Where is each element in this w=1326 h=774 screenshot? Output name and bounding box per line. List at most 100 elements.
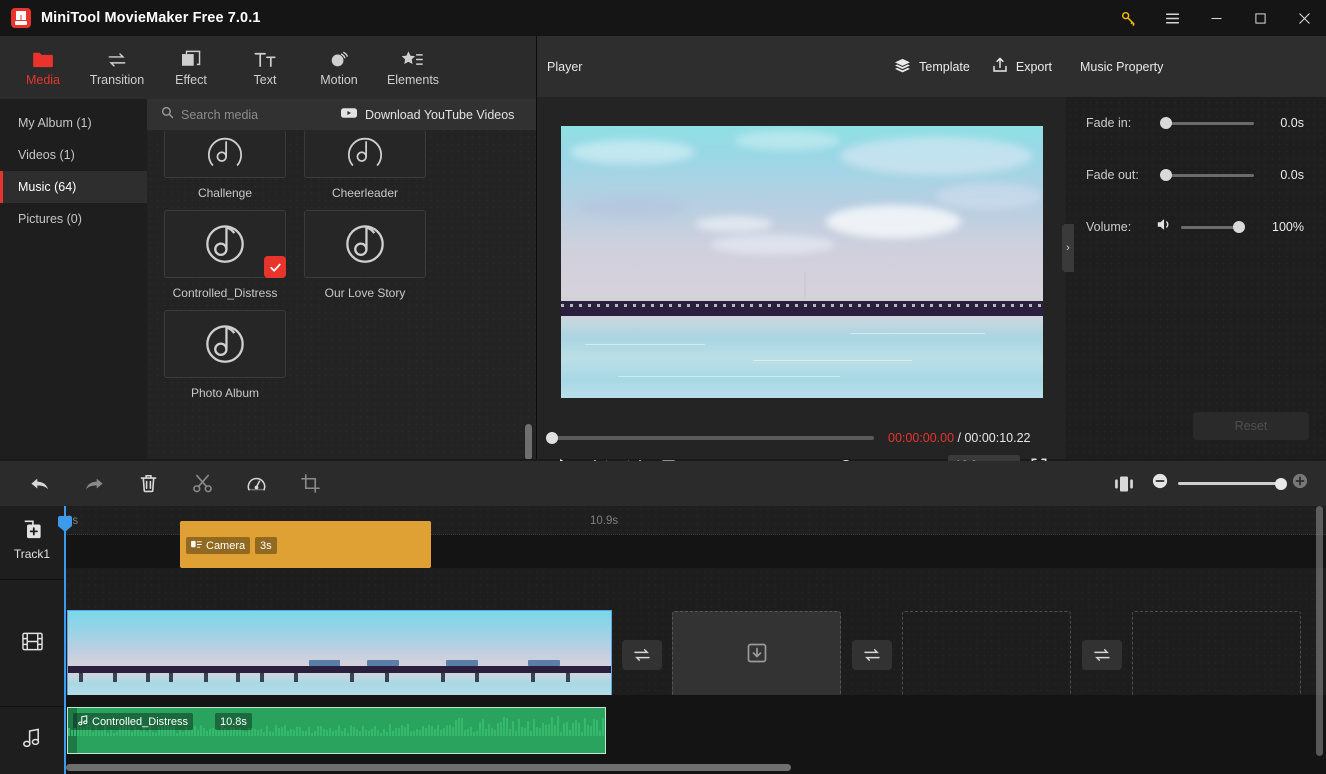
track-header-video[interactable]: [0, 579, 64, 706]
media-item[interactable]: Cheerleader: [304, 130, 426, 200]
app-window: MiniTool MovieMaker Free 7.0.1 Media Tra…: [0, 0, 1326, 774]
player-stage: [537, 97, 1066, 427]
seek-handle[interactable]: [546, 432, 558, 444]
volume-slider[interactable]: [1181, 221, 1245, 233]
track-header-audio[interactable]: [0, 706, 64, 774]
text-track[interactable]: Camera 3s: [64, 521, 1326, 568]
import-icon: [746, 642, 768, 669]
zoom-handle[interactable]: [1275, 477, 1287, 490]
fade-out-handle[interactable]: [1160, 169, 1172, 181]
video-thumbnail: [520, 611, 611, 699]
category-item-my-album[interactable]: My Album (1): [0, 107, 147, 139]
media-item[interactable]: Controlled_Distress: [164, 210, 286, 300]
volume-value: 100%: [1272, 220, 1304, 234]
split-view-icon[interactable]: [1106, 467, 1142, 501]
transition-slot-button[interactable]: [1082, 640, 1122, 670]
media-thumbnail[interactable]: [304, 210, 426, 278]
audio-clip-duration: 10.8s: [215, 713, 252, 730]
media-placeholder-slot[interactable]: [1132, 611, 1301, 699]
timeline-horizontal-scrollbar[interactable]: [66, 764, 791, 771]
category-item-music[interactable]: Music (64): [0, 171, 147, 203]
zoom-slider[interactable]: [1178, 477, 1287, 490]
search-input[interactable]: Search media: [161, 106, 331, 124]
seek-slider[interactable]: [546, 432, 874, 444]
crop-button[interactable]: [292, 467, 328, 501]
media-scrollbar[interactable]: [525, 424, 532, 459]
fade-in-slider[interactable]: [1160, 117, 1254, 129]
media-thumbnail[interactable]: [164, 210, 286, 278]
window-controls: [1106, 0, 1326, 36]
transition-slot-button[interactable]: [622, 640, 662, 670]
undo-button[interactable]: [22, 467, 58, 501]
timeline-zoom-controls: [1106, 467, 1308, 501]
media-item[interactable]: Photo Album: [164, 310, 286, 400]
media-item[interactable]: Challenge: [164, 130, 286, 200]
reset-button[interactable]: Reset: [1193, 412, 1309, 440]
delete-button[interactable]: [130, 467, 166, 501]
music-note-icon: [198, 215, 252, 274]
video-clip[interactable]: [67, 610, 612, 700]
template-button[interactable]: Template: [894, 58, 970, 76]
category-item-pictures[interactable]: Pictures (0): [0, 203, 147, 235]
ribbon-tab-elements[interactable]: Elements: [376, 39, 450, 97]
audio-clip[interactable]: Controlled_Distress 10.8s: [67, 707, 606, 754]
volume-icon[interactable]: [1156, 217, 1173, 237]
collapse-panel-toggle[interactable]: ›: [1062, 224, 1074, 272]
video-track[interactable]: [64, 568, 1326, 700]
track-header-text[interactable]: Track1: [0, 512, 64, 568]
template-label: Template: [919, 59, 970, 74]
redo-button[interactable]: [76, 467, 112, 501]
youtube-icon: [341, 107, 357, 122]
fade-out-value: 0.0s: [1280, 168, 1304, 182]
folder-icon: [32, 48, 54, 68]
minimize-button[interactable]: [1194, 0, 1238, 36]
music-note-icon: [338, 215, 392, 274]
music-note-icon: [339, 130, 391, 177]
ribbon-tab-text[interactable]: Text: [228, 39, 302, 97]
category-label: Music (64): [18, 180, 77, 194]
fade-out-slider[interactable]: [1160, 169, 1254, 181]
preview-bridge: [560, 301, 1043, 317]
export-icon: [992, 57, 1008, 76]
download-youtube-button[interactable]: Download YouTube Videos: [341, 107, 514, 122]
media-placeholder-slot[interactable]: [902, 611, 1071, 699]
ribbon-tab-effect[interactable]: Effect: [154, 39, 228, 97]
category-label: My Album (1): [18, 116, 92, 130]
license-key-icon[interactable]: [1106, 0, 1150, 36]
media-item[interactable]: Our Love Story: [304, 210, 426, 300]
audio-track[interactable]: Controlled_Distress 10.8s: [64, 695, 1326, 774]
ribbon-tab-transition[interactable]: Transition: [80, 39, 154, 97]
transition-slot-button[interactable]: [852, 640, 892, 670]
ribbon-tab-motion[interactable]: Motion: [302, 39, 376, 97]
timeline-tracks: Camera 3s Controlled_Distress 10.8s: [64, 521, 1326, 774]
music-note-icon: [22, 728, 42, 752]
property-header: Music Property: [1066, 36, 1326, 97]
fade-in-row: Fade in: 0.0s: [1066, 97, 1326, 149]
export-button[interactable]: Export: [992, 57, 1052, 76]
text-clip-title: Camera: [206, 539, 246, 552]
playhead[interactable]: [64, 506, 66, 774]
volume-handle[interactable]: [1233, 221, 1245, 233]
split-button[interactable]: [184, 467, 220, 501]
zoom-out-button[interactable]: [1152, 473, 1168, 494]
speed-button[interactable]: [238, 467, 274, 501]
media-thumbnail[interactable]: [164, 130, 286, 178]
text-clip[interactable]: Camera 3s: [180, 521, 431, 568]
ribbon-tab-label: Transition: [89, 73, 145, 87]
fade-in-handle[interactable]: [1160, 117, 1172, 129]
text-clip-duration: 3s: [255, 537, 277, 554]
ribbon-tab-media[interactable]: Media: [6, 39, 80, 97]
media-thumbnail[interactable]: [304, 130, 426, 178]
media-placeholder-slot[interactable]: [672, 611, 841, 699]
media-thumbnail[interactable]: [164, 310, 286, 378]
time-display: 00:00:00.00 / 00:00:10.22: [888, 431, 1031, 445]
zoom-in-button[interactable]: [1292, 473, 1308, 494]
music-property-panel: Music Property Fade in: 0.0s Fade out: 0…: [1066, 36, 1326, 459]
maximize-button[interactable]: [1238, 0, 1282, 36]
add-track-icon: [22, 520, 42, 543]
close-button[interactable]: [1282, 0, 1326, 36]
menu-icon[interactable]: [1150, 0, 1194, 36]
current-time: 00:00:00.00: [888, 431, 955, 445]
category-item-videos[interactable]: Videos (1): [0, 139, 147, 171]
video-preview[interactable]: [560, 126, 1043, 398]
